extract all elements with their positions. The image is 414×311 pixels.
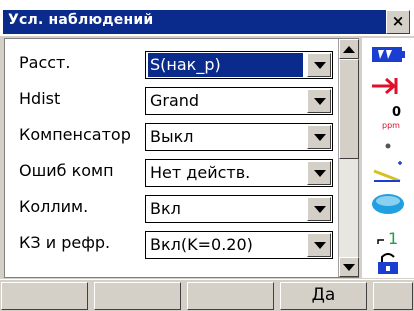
settings-panel: Расст. S(нак_р) Hdist Grand Компенсатор … [4, 38, 359, 278]
setting-label: Расст. [19, 53, 71, 72]
title-bar: Усл. наблюдений × [0, 0, 414, 36]
disk-icon [366, 189, 410, 219]
dropdown-value: Вкл(K=0.20) [150, 235, 253, 254]
target-arrow-icon [366, 74, 410, 104]
ppm-unit: ppm [382, 121, 400, 130]
softkey-f3[interactable] [187, 282, 274, 310]
lock-icon [366, 248, 410, 278]
chevron-down-icon[interactable] [307, 161, 331, 185]
hdist-dropdown[interactable]: Grand [145, 87, 333, 115]
setting-row-compensator: Компенсатор Выкл [5, 122, 335, 152]
signal-icon: 1 [366, 220, 410, 250]
setting-row-comp-error: Ошиб комп Нет действ. [5, 158, 335, 188]
dropdown-value: Вкл [150, 199, 181, 218]
ppm-icon: 0 ppm [366, 102, 410, 132]
softkey-f5[interactable] [373, 282, 413, 310]
comp-error-dropdown[interactable]: Нет действ. [145, 159, 333, 187]
chevron-down-icon[interactable] [307, 125, 331, 149]
softkey-f2[interactable] [94, 282, 181, 310]
setting-label: Коллим. [19, 197, 89, 216]
battery-icon [366, 42, 410, 72]
dropdown-value: S(нак_р) [148, 53, 303, 77]
scroll-thumb[interactable] [339, 59, 359, 159]
refraction-dropdown[interactable]: Вкл(K=0.20) [145, 231, 333, 259]
setting-row-collimation: Коллим. Вкл [5, 194, 335, 224]
window-title: Усл. наблюдений [8, 12, 154, 28]
setting-row-hdist: Hdist Grand [5, 86, 335, 116]
ppm-value: 0 [392, 105, 401, 120]
collimation-dropdown[interactable]: Вкл [145, 195, 333, 223]
yes-button[interactable]: Да [280, 282, 367, 310]
chevron-down-icon[interactable] [307, 197, 331, 221]
setting-row-refraction: КЗ и рефр. Вкл(K=0.20) [5, 230, 335, 260]
status-panel: 0 ppm 1 [362, 38, 414, 278]
scroll-up-button[interactable] [339, 39, 359, 59]
vertical-scrollbar[interactable] [338, 39, 359, 277]
close-button[interactable]: × [386, 10, 410, 34]
dropdown-value: Grand [150, 91, 200, 110]
distance-dropdown[interactable]: S(нак_р) [145, 51, 333, 79]
setting-label: КЗ и рефр. [19, 233, 111, 252]
chevron-down-icon[interactable] [307, 233, 331, 257]
chevron-down-icon[interactable] [307, 89, 331, 113]
softkey-f1[interactable] [1, 282, 88, 310]
dropdown-value: Выкл [150, 127, 194, 146]
dropdown-value: Нет действ. [150, 163, 251, 182]
softkey-bar: Да [0, 279, 414, 311]
scroll-down-button[interactable] [339, 257, 359, 277]
setting-label: Hdist [19, 89, 61, 108]
setting-label: Ошиб комп [19, 161, 114, 180]
tilt-icon [366, 159, 410, 189]
title-bar-inner: Усл. наблюдений × [3, 10, 410, 34]
compensator-dropdown[interactable]: Выкл [145, 123, 333, 151]
setting-label: Компенсатор [19, 125, 131, 144]
setting-row-distance: Расст. S(нак_р) [5, 50, 335, 80]
signal-value: 1 [388, 229, 398, 248]
chevron-down-icon[interactable] [307, 53, 331, 77]
